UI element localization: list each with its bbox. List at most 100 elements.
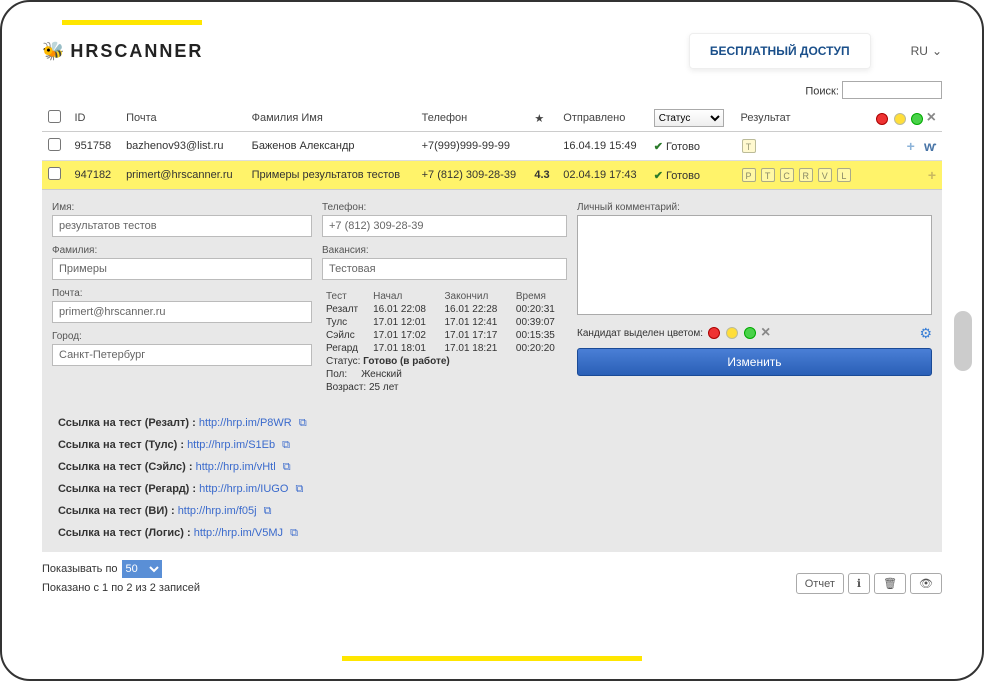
name-label: Имя: bbox=[52, 202, 312, 213]
report-button[interactable]: Отчет bbox=[796, 573, 844, 594]
row-checkbox[interactable] bbox=[48, 167, 61, 180]
test-link[interactable]: http://hrp.im/P8WR bbox=[199, 417, 292, 429]
links-panel: Ссылка на тест (Резалт) : http://hrp.im/… bbox=[42, 404, 942, 552]
cell-name: Баженов Александр bbox=[246, 132, 416, 161]
color-clear-icon[interactable]: × bbox=[761, 324, 770, 342]
color-row: Кандидат выделен цветом: × ⚙ bbox=[577, 324, 932, 342]
th-result[interactable]: Результат bbox=[735, 105, 866, 132]
view-button[interactable]: 👁 bbox=[910, 573, 942, 594]
copy-icon[interactable]: ⧉ bbox=[290, 527, 298, 539]
search-label: Поиск: bbox=[805, 86, 839, 98]
comment-input[interactable] bbox=[577, 215, 932, 315]
cell-status: Готово bbox=[666, 141, 700, 153]
logo-icon: 🐝 bbox=[42, 41, 66, 62]
phone-input[interactable] bbox=[322, 215, 567, 237]
cell-status: Готово bbox=[666, 170, 700, 182]
th-id[interactable]: ID bbox=[68, 105, 120, 132]
tests-table: Тест Начал Закончил Время Резалт16.01 22… bbox=[322, 290, 567, 355]
badge-t[interactable]: T bbox=[742, 139, 756, 153]
cell-email: bazhenov93@list.ru bbox=[120, 132, 246, 161]
vacancy-input[interactable] bbox=[322, 258, 567, 280]
cell-sent: 02.04.19 17:43 bbox=[557, 161, 647, 190]
filter-clear-icon[interactable]: × bbox=[927, 109, 936, 126]
delete-button[interactable]: 🗑 bbox=[874, 573, 906, 594]
color-yellow[interactable] bbox=[726, 327, 738, 339]
header: 🐝 HRSCANNER БЕСПЛАТНЫЙ ДОСТУП RU ⌄ bbox=[42, 33, 942, 69]
surname-label: Фамилия: bbox=[52, 245, 312, 256]
badge-c[interactable]: C bbox=[780, 168, 794, 182]
color-green[interactable] bbox=[744, 327, 756, 339]
name-input[interactable] bbox=[52, 215, 312, 237]
cell-name: Примеры результатов тестов bbox=[246, 161, 416, 190]
copy-icon[interactable]: ⧉ bbox=[299, 417, 307, 429]
test-link[interactable]: http://hrp.im/vHtl bbox=[196, 461, 276, 473]
language-label: RU bbox=[911, 44, 928, 58]
badge-v[interactable]: V bbox=[818, 168, 832, 182]
filter-red-icon[interactable] bbox=[876, 113, 888, 125]
email-input[interactable] bbox=[52, 301, 312, 323]
th-end: Закончил bbox=[441, 290, 512, 303]
copy-icon[interactable]: ⧉ bbox=[264, 505, 272, 517]
tablet-home-button bbox=[954, 311, 972, 371]
city-label: Город: bbox=[52, 331, 312, 342]
candidates-table: ID Почта Фамилия Имя Телефон ★ Отправлен… bbox=[42, 105, 942, 190]
cell-id: 947182 bbox=[68, 161, 120, 190]
free-access-button[interactable]: БЕСПЛАТНЫЙ ДОСТУП bbox=[689, 33, 871, 69]
filter-yellow-icon[interactable] bbox=[894, 113, 906, 125]
per-page-label: Показывать по bbox=[42, 563, 118, 575]
table-row[interactable]: 951758 bazhenov93@list.ru Баженов Алекса… bbox=[42, 132, 942, 161]
th-star[interactable]: ★ bbox=[528, 105, 557, 132]
test-link[interactable]: http://hrp.im/V5MJ bbox=[194, 527, 283, 539]
trash-icon: 🗑 bbox=[883, 578, 897, 590]
color-red[interactable] bbox=[708, 327, 720, 339]
filter-green-icon[interactable] bbox=[911, 113, 923, 125]
surname-input[interactable] bbox=[52, 258, 312, 280]
search-input[interactable] bbox=[842, 81, 942, 99]
badge-l[interactable]: L bbox=[837, 168, 851, 182]
email-label: Почта: bbox=[52, 288, 312, 299]
th-phone[interactable]: Телефон bbox=[416, 105, 529, 132]
row-checkbox[interactable] bbox=[48, 138, 61, 151]
eye-icon: 👁 bbox=[919, 578, 933, 590]
copy-icon[interactable]: ⧉ bbox=[282, 439, 290, 451]
test-link[interactable]: http://hrp.im/f05j bbox=[178, 505, 257, 517]
tablet-frame: 🐝 HRSCANNER БЕСПЛАТНЫЙ ДОСТУП RU ⌄ Поиск… bbox=[0, 0, 984, 681]
test-link[interactable]: http://hrp.im/S1Eb bbox=[187, 439, 275, 451]
th-test: Тест bbox=[322, 290, 369, 303]
gear-icon[interactable]: ⚙ bbox=[919, 325, 932, 342]
cell-phone: +7(999)999-99-99 bbox=[416, 132, 529, 161]
language-selector[interactable]: RU ⌄ bbox=[911, 44, 942, 58]
logo-text: HRSCANNER bbox=[70, 41, 203, 62]
add-icon[interactable]: + bbox=[928, 167, 936, 183]
copy-icon[interactable]: ⧉ bbox=[295, 483, 303, 495]
select-all-checkbox[interactable] bbox=[48, 110, 61, 123]
cell-sent: 16.04.19 15:49 bbox=[557, 132, 647, 161]
city-input[interactable] bbox=[52, 344, 312, 366]
chevron-down-icon: ⌄ bbox=[932, 44, 942, 58]
info-button[interactable]: ℹ bbox=[848, 573, 870, 594]
search-row: Поиск: bbox=[42, 81, 942, 99]
change-button[interactable]: Изменить bbox=[577, 348, 932, 376]
vk-icon[interactable]: ⱳ bbox=[924, 138, 936, 154]
cell-email: primert@hrscanner.ru bbox=[120, 161, 246, 190]
test-link[interactable]: http://hrp.im/IUGO bbox=[199, 483, 288, 495]
th-name[interactable]: Фамилия Имя bbox=[246, 105, 416, 132]
phone-label: Телефон: bbox=[322, 202, 567, 213]
th-email[interactable]: Почта bbox=[120, 105, 246, 132]
vacancy-label: Вакансия: bbox=[322, 245, 567, 256]
records-info: Показано с 1 по 2 из 2 записей bbox=[42, 582, 200, 594]
copy-icon[interactable]: ⧉ bbox=[283, 461, 291, 473]
add-icon[interactable]: + bbox=[907, 138, 915, 154]
footer: Показывать по 50 Показано с 1 по 2 из 2 … bbox=[42, 560, 942, 594]
badge-p[interactable]: P bbox=[742, 168, 756, 182]
badge-r[interactable]: R bbox=[799, 168, 813, 182]
check-icon: ✔ bbox=[654, 141, 663, 153]
accent-bar-top bbox=[62, 20, 202, 25]
status-filter[interactable]: Статус bbox=[654, 109, 724, 127]
cell-star: 4.3 bbox=[528, 161, 557, 190]
th-sent[interactable]: Отправлено bbox=[557, 105, 647, 132]
badge-t[interactable]: T bbox=[761, 168, 775, 182]
comment-label: Личный комментарий: bbox=[577, 202, 932, 213]
table-row[interactable]: 947182 primert@hrscanner.ru Примеры резу… bbox=[42, 161, 942, 190]
per-page-select[interactable]: 50 bbox=[122, 560, 162, 578]
